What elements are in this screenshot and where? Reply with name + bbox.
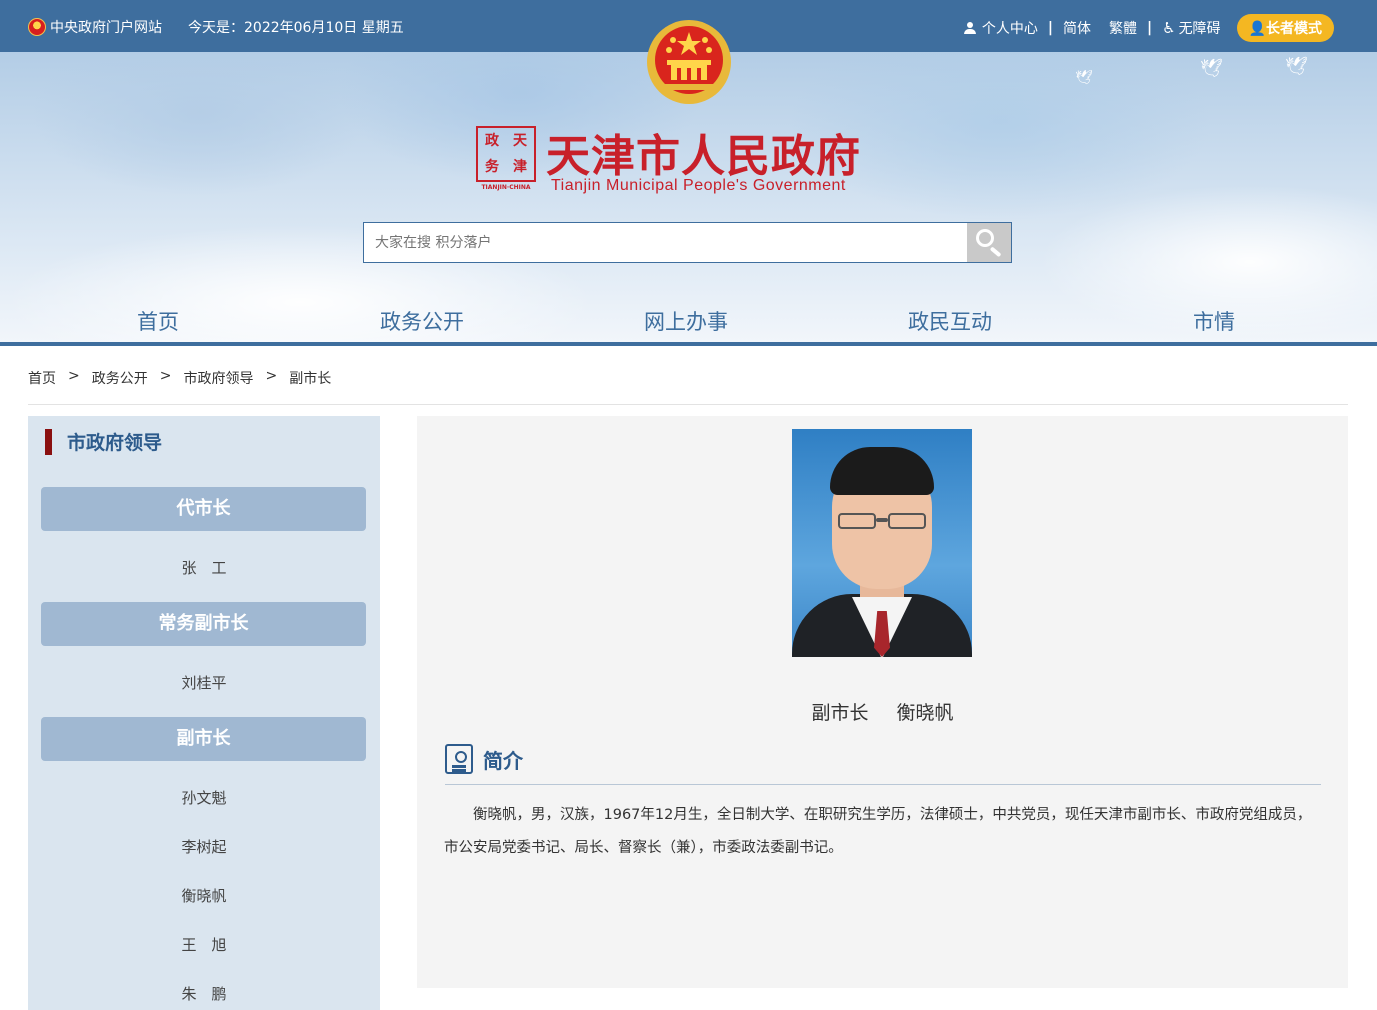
profile-bio: 衡晓帆，男，汉族，1967年12月生，全日制大学、在职研究生学历，法律硕士，中共… [444,807,1312,856]
sidebar: 市政府领导 代市长 张 工 常务副市长 刘桂平 副市长 孙文魁 李树起 衡晓帆 … [28,416,380,1010]
nav-item-home[interactable]: 首页 [137,306,179,336]
nav-item-gov-affairs[interactable]: 政务公开 [380,306,464,336]
nav-item-online-services[interactable]: 网上办事 [644,306,728,336]
dove-icon: 🕊 [1285,56,1308,77]
simplified-chinese-link[interactable]: 简体 [1063,18,1091,38]
sidebar-person[interactable]: 张 工 [28,557,380,578]
separator: | [1146,20,1153,36]
profile-role: 副市长 [811,702,869,724]
elder-mode-label: 长者模式 [1266,21,1322,37]
intro-header: 简介 [445,744,523,774]
header-banner: 🕊 🕊 🕊 政 天 务 津 TIANJIN·CHINA 天津市人民政府 Tian… [0,20,1377,344]
national-emblem-icon [647,20,731,104]
group-acting-mayor[interactable]: 代市长 [41,487,366,531]
search-button[interactable] [967,223,1011,262]
breadcrumb-leaders[interactable]: 市政府领导 [183,368,253,388]
elder-icon: 👤 [1248,21,1266,37]
elder-mode-button[interactable]: 👤长者模式 [1236,14,1334,42]
nav-item-interaction[interactable]: 政民互动 [908,306,992,336]
dove-icon: 🕊 [1075,70,1093,86]
profile-card-icon [445,744,473,774]
user-icon [963,22,976,34]
search-input[interactable] [364,223,967,262]
wheelchair-icon: ♿ [1162,19,1176,37]
breadcrumb-home[interactable]: 首页 [28,368,56,388]
nav-item-city-info[interactable]: 市情 [1193,306,1235,336]
profile-name: 衡晓帆 [896,702,954,724]
search-icon [976,229,994,247]
breadcrumb-sep: > [265,368,278,384]
seal-char: 政 [485,133,499,149]
sidebar-header: 市政府领导 [45,428,162,455]
site-subtitle: Tianjin Municipal People's Government [551,177,846,194]
main-nav: 首页 政务公开 网上办事 政民互动 市情 [0,306,1377,344]
seal-char: 天 [513,133,527,149]
profile-caption: 副市长 衡晓帆 [417,698,1348,725]
traditional-chinese-link[interactable]: 繁體 [1109,18,1137,38]
breadcrumb-sep: > [68,368,80,384]
group-vice-mayor[interactable]: 副市长 [41,717,366,761]
site-logo-seal: 政 天 务 津 [476,126,536,182]
sidebar-person[interactable]: 衡晓帆 [28,885,380,906]
breadcrumb-sep: > [159,368,172,384]
dove-icon: 🕊 [1200,58,1223,79]
current-date: 今天是：2022年06月10日 星期五 [188,20,404,36]
sidebar-person[interactable]: 刘桂平 [28,672,380,693]
profile-panel: 副市长 衡晓帆 简介 衡晓帆，男，汉族，1967年12月生，全日制大学、在职研究… [417,416,1348,988]
portal-link[interactable]: 中央政府门户网站 [50,17,162,37]
national-emblem-icon [28,18,46,36]
logo-seal-caption: TIANJIN·CHINA [481,184,531,191]
sidebar-person[interactable]: 王 旭 [28,934,380,955]
intro-divider [445,784,1321,785]
breadcrumb-gov-affairs[interactable]: 政务公开 [92,368,148,388]
intro-heading: 简介 [483,748,523,773]
separator: | [1047,20,1053,36]
seal-char: 务 [485,159,499,175]
group-executive-vice-mayor[interactable]: 常务副市长 [41,602,366,646]
search-box [363,222,1012,263]
breadcrumb-divider [28,404,1348,405]
seal-char: 津 [513,159,527,175]
site-title[interactable]: 天津市人民政府 [546,120,861,184]
top-bar-right: 个人中心 | 简体 繁體 | ♿ 无障碍 👤长者模式 [963,14,1334,42]
official-portrait [792,429,972,657]
breadcrumb: 首页 > 政务公开 > 市政府领导 > 副市长 [28,368,331,388]
sidebar-header-bar [45,428,52,455]
sidebar-title: 市政府领导 [67,432,163,454]
sidebar-person[interactable]: 李树起 [28,836,380,857]
breadcrumb-current[interactable]: 副市长 [289,368,331,388]
top-bar-left: 中央政府门户网站 今天是：2022年06月10日 星期五 [28,17,404,37]
personal-center-link[interactable]: 个人中心 [982,18,1038,38]
sidebar-person[interactable]: 孙文魁 [28,787,380,808]
sidebar-person[interactable]: 朱 鹏 [28,983,380,1004]
nav-divider [0,342,1377,346]
accessibility-link[interactable]: 无障碍 [1179,18,1221,38]
